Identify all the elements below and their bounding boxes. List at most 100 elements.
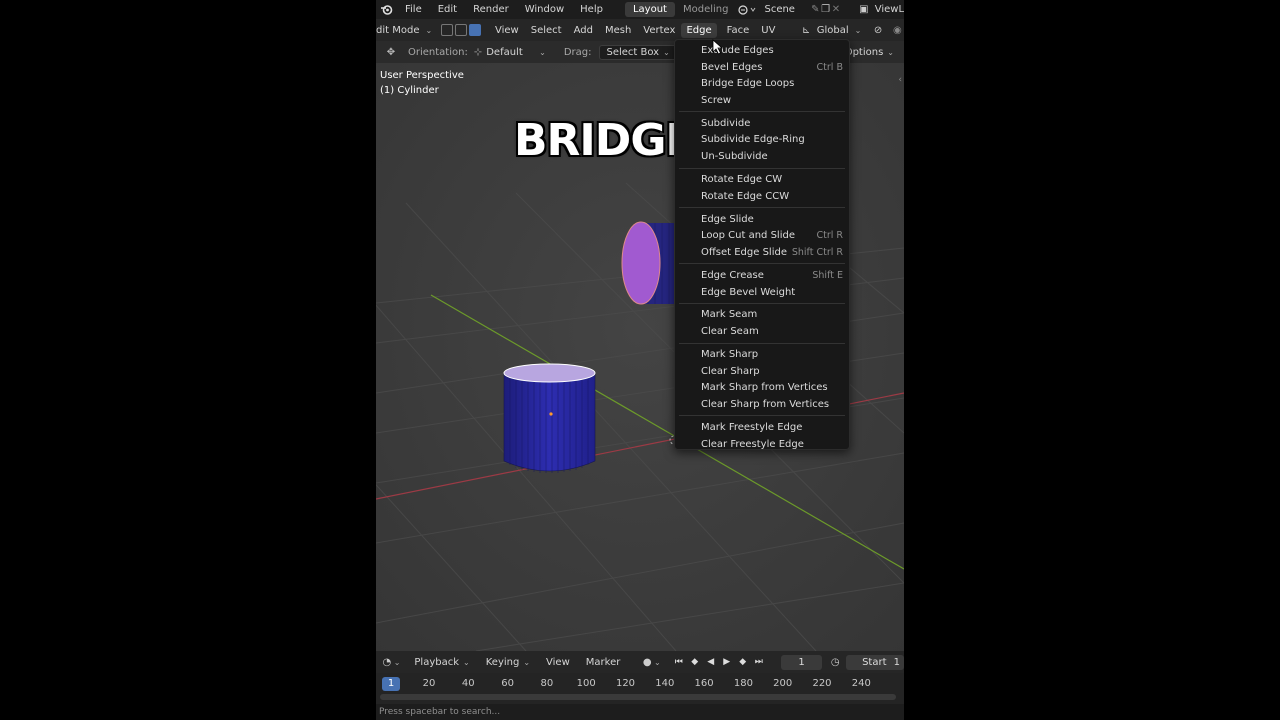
header-menu-vertex[interactable]: Vertex	[637, 25, 681, 36]
timeline-view-menu[interactable]: View	[538, 657, 578, 668]
sidebar-toggle-icon[interactable]: ‹	[898, 75, 902, 85]
chevron-down-icon[interactable]: ⌄	[394, 658, 401, 667]
edge-menu-item[interactable]: Edge Crease Shift E	[675, 267, 849, 284]
header-menu-view[interactable]: View	[489, 25, 525, 36]
transform-orientation-icon[interactable]: ⊾	[799, 23, 812, 37]
ruler-tick-label: 240	[851, 678, 871, 689]
keying-menu[interactable]: Keying ⌄	[478, 657, 538, 668]
edge-menu-item[interactable]: Offset Edge Slide Shift Ctrl R	[675, 244, 849, 261]
pin-icon[interactable]: ✎	[810, 3, 820, 17]
start-frame-field[interactable]: Start 1	[846, 654, 904, 670]
jump-prev-keyframe-icon[interactable]: ◆	[687, 655, 703, 669]
pivot-point-icon[interactable]: ⊘	[871, 23, 884, 37]
menu-separator	[679, 111, 845, 113]
jump-next-keyframe-icon[interactable]: ◆	[735, 655, 751, 669]
edge-menu-item[interactable]: Loop Cut and Slide Ctrl R	[675, 227, 849, 244]
chevron-down-icon[interactable]: ⌄	[855, 26, 862, 35]
edge-menu-item[interactable]: Clear Sharp	[675, 363, 849, 380]
view-layer-icon[interactable]: ▣	[855, 3, 873, 17]
scene-selector-icon[interactable]	[738, 3, 758, 17]
floating-cylinder-face[interactable]	[621, 221, 661, 305]
ruler-tick-label: 140	[655, 678, 675, 689]
header-menu-uv[interactable]: UV	[755, 25, 781, 36]
move-tool-icon[interactable]: ✥	[384, 45, 398, 59]
header-menu-add[interactable]: Add	[568, 25, 599, 36]
face-select-icon[interactable]	[469, 24, 481, 36]
edge-menu-item[interactable]: Mark Freestyle Edge	[675, 419, 849, 436]
playback-menu[interactable]: Playback ⌄	[406, 657, 477, 668]
edge-menu-item[interactable]: Clear Freestyle Edge	[675, 436, 849, 453]
edge-menu-item[interactable]: Mark Sharp from Vertices	[675, 380, 849, 397]
record-icon[interactable]: ●	[642, 655, 652, 669]
edge-menu-item-label: Clear Freestyle Edge	[701, 438, 804, 450]
chevron-down-icon: ⌄	[523, 657, 531, 667]
play-icon[interactable]: ▶	[719, 655, 735, 669]
current-frame-marker[interactable]: 1	[382, 677, 400, 691]
timeline-ruler[interactable]: 1 20 40 60 80 100 120 140 160 180 200 220 240	[376, 673, 904, 707]
edge-menu-item[interactable]: Un-Subdivide	[675, 148, 849, 165]
menu-file[interactable]: File	[397, 4, 430, 15]
ruler-tick-label: 100	[576, 678, 596, 689]
edge-menu-item[interactable]: Edge Bevel Weight	[675, 284, 849, 301]
edge-menu-item-label: Edge Bevel Weight	[701, 286, 796, 298]
ruler-tick-label: 120	[615, 678, 636, 689]
header-menu-face[interactable]: Face	[721, 25, 756, 36]
edge-menu-item[interactable]: Mark Seam	[675, 307, 849, 324]
edge-menu-item[interactable]: Rotate Edge CCW	[675, 188, 849, 205]
vertex-select-icon[interactable]	[441, 24, 453, 36]
drag-dropdown[interactable]: Select Box ⌄	[599, 44, 677, 60]
jump-to-end-icon[interactable]: ⏭	[751, 655, 767, 669]
edge-menu-item[interactable]: Extrude Edges	[675, 42, 849, 59]
snap-icon[interactable]: ◉	[891, 23, 904, 37]
floating-cylinder-mesh[interactable]	[621, 221, 676, 305]
keying-label: Keying	[485, 656, 520, 668]
edge-menu-item[interactable]: Bridge Edge Loops	[675, 75, 849, 92]
editor-type-icon[interactable]: ◔	[382, 655, 392, 669]
timeline-scrollbar[interactable]	[380, 694, 896, 700]
edge-select-icon[interactable]	[455, 24, 467, 36]
tab-modeling[interactable]: Modeling	[675, 2, 737, 17]
edge-menu-item[interactable]: Subdivide	[675, 115, 849, 132]
edge-menu-item[interactable]: Edge Slide	[675, 211, 849, 228]
menu-window[interactable]: Window	[517, 4, 572, 15]
edge-menu-item[interactable]: Subdivide Edge-Ring	[675, 132, 849, 149]
edge-menu-item-label: Subdivide Edge-Ring	[701, 134, 805, 146]
play-reverse-icon[interactable]: ◀	[703, 655, 719, 669]
clock-icon[interactable]: ◷	[830, 655, 840, 669]
delete-scene-icon[interactable]: ✕	[831, 3, 841, 17]
cylinder-mesh[interactable]	[503, 363, 596, 473]
scene-name[interactable]: Scene	[764, 4, 810, 15]
edge-menu-item[interactable]: Rotate Edge CW	[675, 171, 849, 188]
edge-menu-item[interactable]: Clear Sharp from Vertices	[675, 396, 849, 413]
edge-menu-item-label: Loop Cut and Slide	[701, 230, 795, 242]
menu-edit[interactable]: Edit	[430, 4, 465, 15]
status-bar: Press spacebar to search...	[376, 704, 904, 720]
mouse-cursor-icon	[712, 39, 724, 55]
edge-menu-item[interactable]: Bevel Edges Ctrl B	[675, 59, 849, 76]
mode-dropdown[interactable]: dit Mode ⌄	[376, 25, 435, 36]
header-menu-edge[interactable]: Edge	[681, 22, 717, 38]
select-mode-group	[441, 24, 483, 36]
tab-layout[interactable]: Layout	[624, 2, 675, 17]
view-layer-name[interactable]: ViewL	[875, 4, 904, 15]
timeline-marker-menu[interactable]: Marker	[578, 657, 629, 668]
orientation-dropdown[interactable]: ⊹ Default ⌄	[474, 47, 546, 58]
transform-space-value[interactable]: Global	[817, 25, 849, 36]
header-menu-select[interactable]: Select	[525, 25, 568, 36]
jump-to-start-icon[interactable]: ⏮	[671, 655, 687, 669]
edge-menu-item[interactable]: Mark Sharp	[675, 346, 849, 363]
menu-render[interactable]: Render	[465, 4, 517, 15]
edge-menu-item-shortcut: Ctrl B	[816, 61, 843, 73]
header-menu-mesh[interactable]: Mesh	[599, 25, 637, 36]
edge-menu-item[interactable]: Clear Seam	[675, 323, 849, 340]
options-dropdown[interactable]: Options ⌄	[845, 47, 894, 58]
menu-help[interactable]: Help	[572, 4, 611, 15]
cylinder-top-face[interactable]	[503, 363, 596, 383]
edge-menu-item[interactable]: Screw	[675, 92, 849, 109]
new-scene-icon[interactable]: ❐	[820, 3, 830, 17]
drag-value: Select Box	[606, 46, 660, 58]
chevron-down-icon[interactable]: ⌄	[654, 658, 661, 667]
current-frame-field[interactable]: 1	[780, 654, 823, 670]
menu-separator	[679, 342, 845, 344]
blender-logo-icon[interactable]	[380, 3, 393, 17]
